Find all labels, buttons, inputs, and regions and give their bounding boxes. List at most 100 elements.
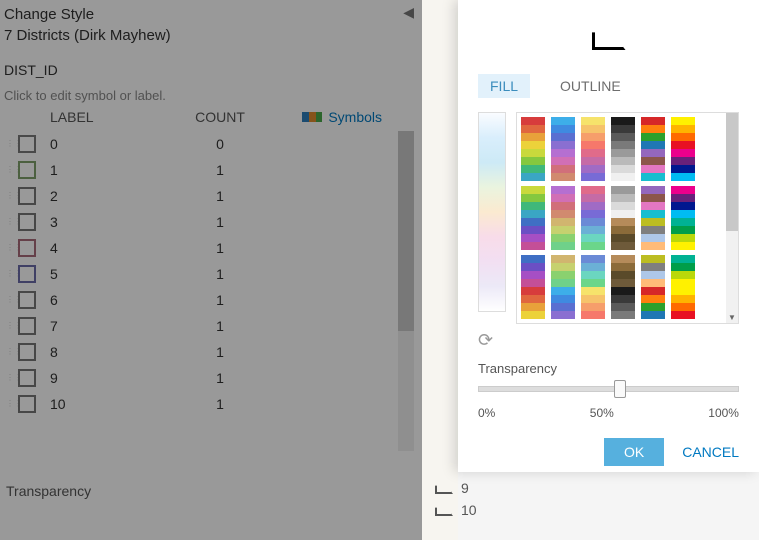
color-swatch[interactable] [611,271,635,279]
color-swatch[interactable] [611,165,635,173]
color-swatch[interactable] [611,186,635,194]
color-swatch[interactable] [581,157,605,165]
color-swatch[interactable] [521,295,545,303]
color-swatch[interactable] [521,210,545,218]
color-swatch[interactable] [671,141,695,149]
color-swatch[interactable] [641,117,665,125]
color-swatch[interactable] [551,117,575,125]
color-swatch[interactable] [581,263,605,271]
color-swatch[interactable] [611,218,635,226]
color-swatch[interactable] [671,255,695,263]
color-swatch[interactable] [551,194,575,202]
color-swatch[interactable] [581,173,605,181]
color-swatch[interactable] [551,202,575,210]
color-swatch[interactable] [641,186,665,194]
color-swatch[interactable] [611,141,635,149]
color-swatch[interactable] [551,141,575,149]
color-swatch[interactable] [611,133,635,141]
color-swatch[interactable] [671,295,695,303]
color-swatch[interactable] [611,194,635,202]
color-swatch[interactable] [581,186,605,194]
color-swatch[interactable] [641,165,665,173]
swatch-scroll-thumb[interactable] [726,113,738,231]
color-swatch[interactable] [581,279,605,287]
color-swatch[interactable] [671,311,695,319]
color-swatch[interactable] [581,202,605,210]
color-swatch[interactable] [611,303,635,311]
color-swatch[interactable] [581,218,605,226]
color-ramp[interactable] [478,112,506,312]
color-swatch[interactable] [641,255,665,263]
color-swatch[interactable] [611,202,635,210]
color-swatch[interactable] [641,279,665,287]
color-swatch[interactable] [551,271,575,279]
color-swatch[interactable] [521,165,545,173]
color-swatch[interactable] [641,173,665,181]
color-swatch[interactable] [641,149,665,157]
color-swatch[interactable] [581,311,605,319]
slider-knob[interactable] [614,380,626,398]
color-swatch[interactable] [551,210,575,218]
color-swatch[interactable] [641,125,665,133]
color-swatch[interactable] [551,311,575,319]
color-swatch[interactable] [521,173,545,181]
transparency-slider[interactable] [478,380,739,404]
refresh-icon[interactable]: ⟳ [478,330,739,351]
tab-fill[interactable]: FILL [478,74,530,98]
color-swatch[interactable] [521,141,545,149]
color-swatch[interactable] [671,303,695,311]
color-swatch[interactable] [611,311,635,319]
color-swatch[interactable] [641,226,665,234]
color-swatch[interactable] [521,149,545,157]
color-swatch[interactable] [641,202,665,210]
color-swatch[interactable] [671,186,695,194]
color-swatch[interactable] [581,226,605,234]
color-swatch[interactable] [671,279,695,287]
color-swatch[interactable] [521,157,545,165]
ok-button[interactable]: OK [604,438,664,466]
color-swatch[interactable] [611,279,635,287]
swatch-scrollbar[interactable]: ▲ ▼ [726,113,738,323]
color-swatch[interactable] [521,303,545,311]
color-swatch[interactable] [521,263,545,271]
color-swatch[interactable] [581,287,605,295]
color-swatch[interactable] [521,279,545,287]
color-swatch[interactable] [671,202,695,210]
color-swatch[interactable] [671,133,695,141]
color-swatch[interactable] [611,234,635,242]
color-swatch[interactable] [611,226,635,234]
color-swatch[interactable] [551,149,575,157]
color-swatch[interactable] [671,271,695,279]
color-swatch[interactable] [551,173,575,181]
color-swatch[interactable] [551,255,575,263]
color-swatch[interactable] [581,210,605,218]
color-swatch[interactable] [641,263,665,271]
color-swatch[interactable] [551,263,575,271]
color-swatch[interactable] [611,242,635,250]
color-swatch[interactable] [671,117,695,125]
color-swatch[interactable] [521,255,545,263]
color-swatch[interactable] [641,287,665,295]
color-swatch[interactable] [581,242,605,250]
color-swatch[interactable] [521,234,545,242]
color-swatch[interactable] [551,133,575,141]
color-swatch[interactable] [611,149,635,157]
color-swatch[interactable] [611,287,635,295]
color-swatch[interactable] [671,210,695,218]
color-swatch[interactable] [671,194,695,202]
color-swatch[interactable] [551,279,575,287]
color-swatch[interactable] [521,194,545,202]
color-swatch[interactable] [551,218,575,226]
color-swatch[interactable] [581,133,605,141]
color-swatch[interactable] [551,287,575,295]
tab-outline[interactable]: OUTLINE [548,74,633,98]
color-swatch[interactable] [671,263,695,271]
color-swatch[interactable] [611,255,635,263]
color-swatch[interactable] [671,173,695,181]
color-swatch[interactable] [641,303,665,311]
color-swatch[interactable] [551,125,575,133]
color-swatch[interactable] [551,157,575,165]
color-swatch[interactable] [611,157,635,165]
color-swatch[interactable] [671,157,695,165]
color-swatch[interactable] [641,210,665,218]
